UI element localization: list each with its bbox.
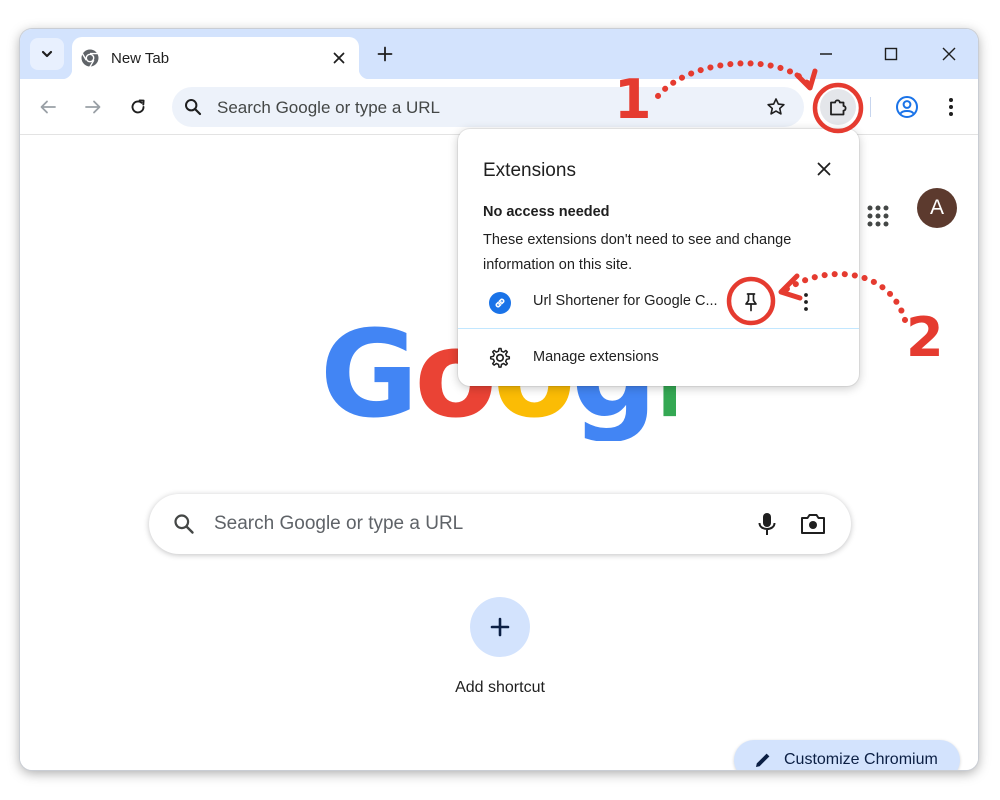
plus-icon — [490, 617, 510, 637]
extensions-button[interactable] — [820, 89, 856, 125]
gear-icon — [489, 347, 511, 368]
minimize-button[interactable] — [815, 43, 837, 65]
forward-button[interactable] — [81, 95, 105, 119]
chromium-icon — [81, 49, 99, 67]
browser-menu-button[interactable] — [940, 94, 962, 120]
star-icon[interactable] — [766, 97, 786, 117]
apps-grid-icon — [867, 205, 889, 227]
reload-icon — [131, 99, 145, 114]
arrow-left-icon — [40, 100, 56, 114]
add-shortcut-button[interactable] — [470, 597, 530, 657]
tab-close-button[interactable] — [330, 49, 348, 67]
omnibox-placeholder: Search Google or type a URL — [217, 98, 441, 117]
search-icon — [185, 99, 202, 116]
manage-extensions-link[interactable]: Manage extensions — [533, 349, 659, 365]
tab-new-tab[interactable]: New Tab — [62, 37, 369, 79]
ntp-search-placeholder: Search Google or type a URL — [214, 513, 464, 534]
plus-icon — [377, 46, 393, 62]
extensions-popup: Extensions No access needed These extens… — [458, 129, 859, 386]
add-shortcut-label[interactable]: Add shortcut — [420, 679, 580, 697]
toolbar: Search Google or type a URL — [20, 79, 978, 135]
close-icon — [942, 47, 956, 61]
extensions-popup-title: Extensions — [483, 160, 576, 181]
pencil-icon — [756, 753, 770, 767]
minimize-icon — [820, 53, 832, 55]
tab-search-button[interactable] — [30, 38, 64, 70]
puzzle-icon — [830, 99, 847, 116]
screenshot-stage: New Tab Search Google or type a URL A Go… — [0, 0, 1000, 800]
extension-more-options-button[interactable] — [798, 289, 814, 315]
browser-window: New Tab Search Google or type a URL A Go… — [20, 29, 978, 770]
tab-strip: New Tab — [20, 29, 978, 79]
link-icon — [489, 292, 511, 314]
pin-icon — [745, 293, 757, 312]
reload-button[interactable] — [126, 95, 150, 119]
back-button[interactable] — [36, 95, 60, 119]
no-access-heading: No access needed — [483, 204, 610, 220]
customize-chromium-button[interactable]: Customize Chromium — [734, 740, 960, 770]
popup-divider — [458, 328, 859, 329]
avatar[interactable]: A — [917, 188, 957, 228]
google-apps-button[interactable] — [858, 196, 898, 236]
more-vertical-icon — [949, 98, 953, 116]
microphone-icon[interactable] — [755, 511, 779, 537]
chevron-down-icon — [41, 50, 53, 58]
tab-title: New Tab — [111, 50, 170, 67]
extensions-popup-close-button[interactable] — [814, 159, 834, 179]
new-tab-button[interactable] — [374, 43, 396, 65]
toolbar-divider — [870, 97, 871, 117]
search-icon — [174, 514, 194, 534]
profile-button[interactable] — [894, 94, 920, 120]
window-close-button[interactable] — [938, 43, 960, 65]
customize-chromium-label: Customize Chromium — [784, 751, 938, 768]
account-circle-icon — [896, 96, 918, 118]
ntp-search-box[interactable]: Search Google or type a URL — [149, 494, 851, 554]
maximize-icon — [884, 47, 898, 61]
close-icon — [333, 52, 345, 64]
omnibox[interactable]: Search Google or type a URL — [172, 87, 804, 127]
no-access-description: These extensions don't need to see and c… — [483, 232, 792, 273]
camera-icon[interactable] — [800, 512, 826, 536]
arrow-right-icon — [85, 100, 101, 114]
pin-extension-button[interactable] — [738, 289, 764, 315]
close-icon — [817, 162, 831, 176]
extension-item-name[interactable]: Url Shortener for Google C... — [533, 293, 718, 309]
more-vertical-icon — [804, 293, 808, 311]
maximize-button[interactable] — [880, 43, 902, 65]
